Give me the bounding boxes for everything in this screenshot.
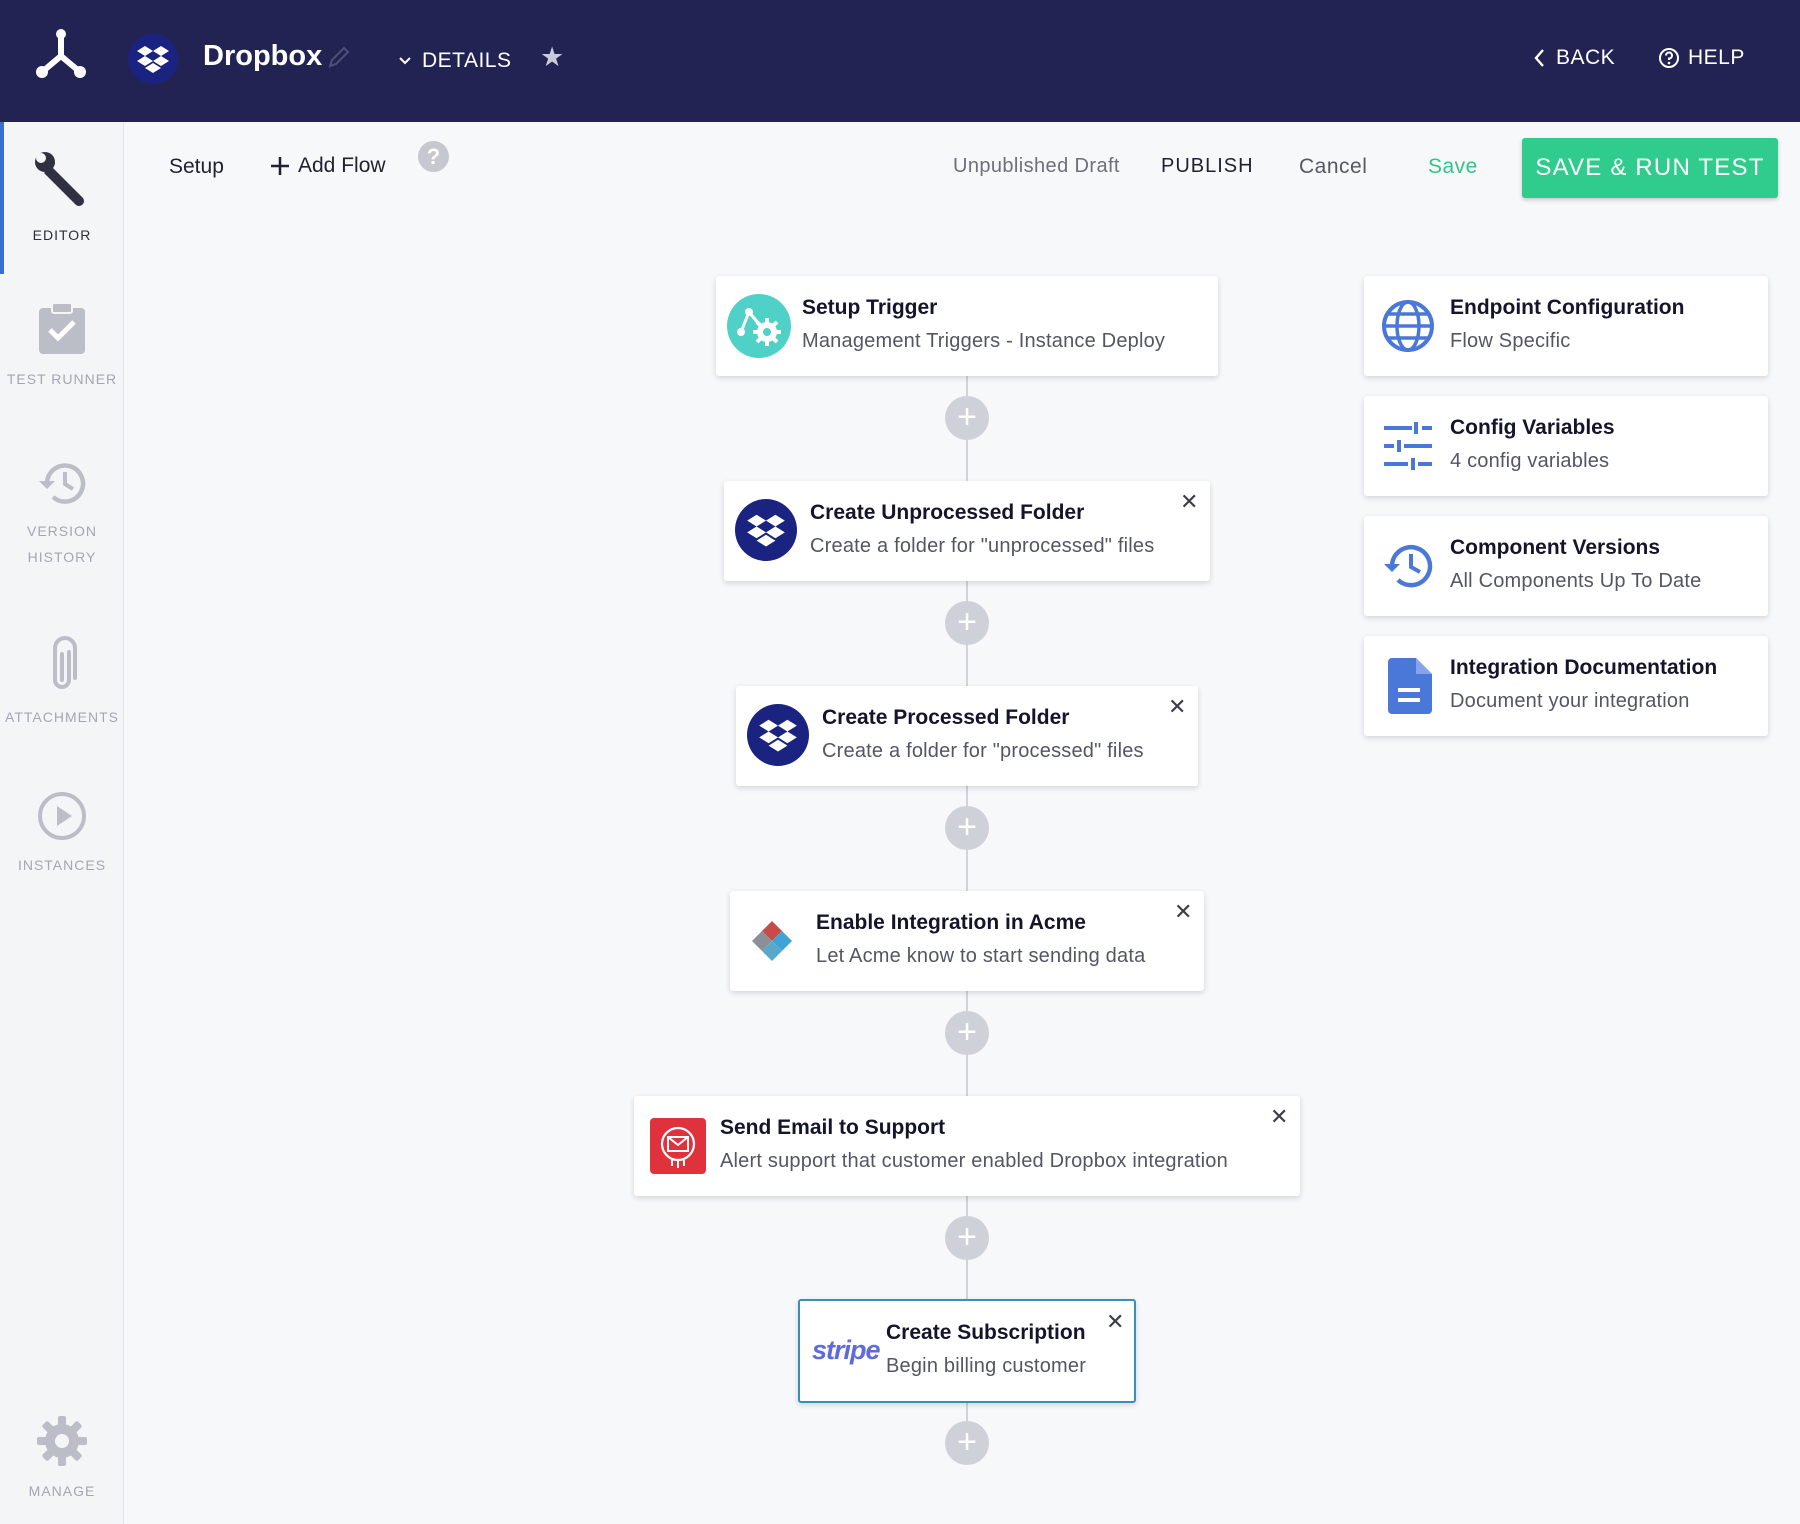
star-icon[interactable]: ★	[540, 44, 564, 71]
back-button[interactable]: BACK	[1534, 46, 1615, 70]
dropbox-icon	[735, 499, 797, 561]
draft-status: Unpublished Draft	[953, 155, 1120, 177]
plus-icon	[271, 157, 289, 175]
help-button[interactable]: HELP	[1658, 46, 1745, 70]
stripe-icon: stripe	[812, 1335, 881, 1365]
top-bar: Dropbox DETAILS ★ BACK HELP	[0, 0, 1800, 122]
step-title: Create Unprocessed Folder	[810, 501, 1085, 524]
acme-diamond-icon	[750, 919, 794, 963]
add-step-button[interactable]: +	[945, 396, 989, 440]
details-label: DETAILS	[422, 49, 512, 72]
step-subtitle: Alert support that customer enabled Drop…	[720, 1150, 1228, 1172]
sliders-icon	[1384, 422, 1432, 470]
sidebar-item-test-runner[interactable]: TEST RUNNER	[0, 302, 124, 392]
config-title: Component Versions	[1450, 536, 1661, 559]
add-step-button[interactable]: +	[945, 806, 989, 850]
dropbox-icon	[128, 34, 178, 84]
sidebar-item-label: ATTACHMENTS	[5, 709, 119, 725]
flow-step-card[interactable]: stripe Create Subscription Begin billing…	[798, 1299, 1136, 1403]
sidebar-item-manage[interactable]: MANAGE	[0, 1414, 124, 1504]
wrench-icon	[35, 152, 85, 206]
chevron-left-icon	[1534, 49, 1544, 67]
step-title: Enable Integration in Acme	[816, 911, 1086, 934]
app-title: Dropbox	[203, 40, 323, 72]
close-icon[interactable]: ✕	[1270, 1106, 1288, 1128]
config-subtitle: Document your integration	[1450, 690, 1690, 712]
sidebar-item-label: MANAGE	[28, 1483, 96, 1499]
config-subtitle: 4 config variables	[1450, 450, 1610, 472]
step-title: Create Processed Folder	[822, 706, 1070, 729]
add-step-button[interactable]: +	[945, 1421, 989, 1465]
config-title: Config Variables	[1450, 416, 1615, 439]
close-icon[interactable]: ✕	[1106, 1311, 1124, 1333]
sidebar-item-label: HISTORY	[27, 549, 97, 565]
step-subtitle: Management Triggers - Instance Deploy	[802, 330, 1166, 352]
sidebar-item-version-history[interactable]: VERSION HISTORY	[0, 458, 124, 570]
dropbox-icon	[747, 704, 809, 766]
history-icon	[1384, 544, 1433, 588]
step-subtitle: Create a folder for "processed" files	[822, 740, 1144, 762]
help-question-icon[interactable]: ?	[418, 141, 449, 172]
component-versions-card[interactable]: Component Versions All Components Up To …	[1364, 516, 1768, 616]
document-icon	[1388, 658, 1432, 714]
app-logo-icon[interactable]	[34, 28, 88, 82]
sidebar-item-instances[interactable]: INSTANCES	[0, 790, 124, 878]
clipboard-check-icon	[39, 302, 85, 354]
step-subtitle: Begin billing customer	[886, 1355, 1087, 1377]
setup-tab[interactable]: Setup	[169, 155, 224, 179]
sidebar-item-attachments[interactable]: ATTACHMENTS	[0, 636, 124, 730]
save-run-test-button[interactable]: SAVE & RUN TEST	[1522, 138, 1778, 198]
chevron-down-icon	[399, 57, 411, 65]
endpoint-configuration-card[interactable]: Endpoint Configuration Flow Specific	[1364, 276, 1768, 376]
step-subtitle: Let Acme know to start sending data	[816, 945, 1146, 967]
flow-step-card[interactable]: Create Unprocessed Folder Create a folde…	[724, 481, 1210, 581]
flow-step-card[interactable]: Enable Integration in Acme Let Acme know…	[730, 891, 1204, 991]
help-label: HELP	[1688, 46, 1745, 69]
add-step-button[interactable]: +	[945, 1216, 989, 1260]
flow-step-card[interactable]: Send Email to Support Alert support that…	[634, 1096, 1300, 1196]
step-title: Create Subscription	[886, 1321, 1086, 1344]
config-title: Endpoint Configuration	[1450, 296, 1685, 319]
integration-documentation-card[interactable]: Integration Documentation Document your …	[1364, 636, 1768, 736]
publish-button[interactable]: PUBLISH	[1161, 155, 1254, 178]
add-step-button[interactable]: +	[945, 1011, 989, 1055]
step-title: Setup Trigger	[802, 296, 938, 319]
config-variables-card[interactable]: Config Variables 4 config variables	[1364, 396, 1768, 496]
cancel-button[interactable]: Cancel	[1299, 155, 1367, 179]
close-icon[interactable]: ✕	[1168, 696, 1186, 718]
history-icon	[39, 463, 86, 504]
back-label: BACK	[1556, 46, 1616, 69]
add-flow-button[interactable]: Add Flow	[270, 154, 386, 178]
globe-icon	[1382, 300, 1434, 352]
help-circle-icon	[1659, 48, 1679, 68]
gear-icon	[37, 1416, 87, 1466]
config-subtitle: All Components Up To Date	[1450, 570, 1702, 592]
step-title: Send Email to Support	[720, 1116, 946, 1139]
paperclip-icon	[53, 636, 77, 689]
flow-step-card[interactable]: Setup Trigger Management Triggers - Inst…	[716, 276, 1218, 376]
step-subtitle: Create a folder for "unprocessed" files	[810, 535, 1155, 557]
flow-step-card[interactable]: Create Processed Folder Create a folder …	[736, 686, 1198, 786]
sidebar-item-label: VERSION	[26, 523, 97, 539]
pencil-icon[interactable]	[326, 44, 352, 70]
close-icon[interactable]: ✕	[1180, 491, 1198, 513]
email-icon	[650, 1118, 706, 1174]
sidebar-item-label: EDITOR	[32, 227, 92, 243]
close-icon[interactable]: ✕	[1174, 901, 1192, 923]
sidebar-item-label: TEST RUNNER	[6, 371, 118, 387]
trigger-gear-icon	[727, 294, 791, 358]
sidebar-item-label: INSTANCES	[17, 857, 107, 873]
details-toggle[interactable]: DETAILS	[398, 49, 511, 73]
save-button[interactable]: Save	[1428, 155, 1478, 179]
config-title: Integration Documentation	[1450, 656, 1718, 679]
play-circle-icon	[38, 792, 86, 840]
add-flow-label: Add Flow	[298, 154, 386, 177]
sidebar-item-editor[interactable]: EDITOR	[0, 150, 124, 248]
add-step-button[interactable]: +	[945, 601, 989, 645]
config-subtitle: Flow Specific	[1450, 330, 1571, 352]
